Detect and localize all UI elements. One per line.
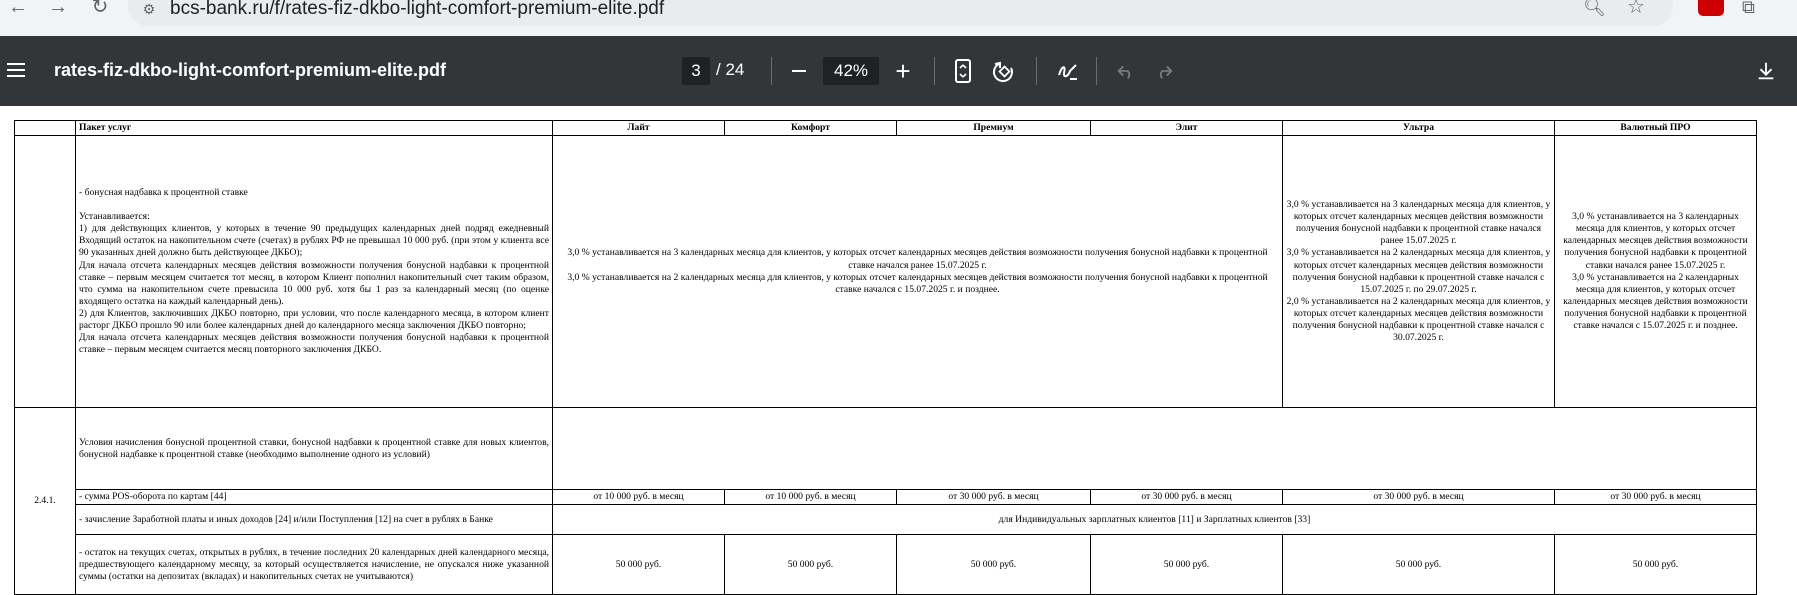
bonus-description-cell: - бонусная надбавка к процентной ставке … [75, 135, 553, 409]
balance-value-cell: 50 000 руб. [1554, 534, 1757, 595]
header-cell: Ультра [1282, 119, 1555, 137]
table-row: 2.4.1. Условия начисления бонусной проце… [14, 407, 1757, 595]
forward-arrow-icon[interactable]: → [44, 0, 72, 18]
document-title: rates-fiz-dkbo-light-comfort-premium-eli… [54, 60, 446, 80]
toolbar-divider [771, 57, 772, 85]
page-total: / 24 [716, 60, 745, 79]
header-cell: Премиум [896, 119, 1091, 137]
table-header-row: Пакет услуг Лайт Комфорт Премиум Элит Ул… [14, 119, 1757, 137]
header-cell: Пакет услуг [75, 119, 553, 137]
download-icon[interactable] [1752, 57, 1780, 85]
menu-icon[interactable] [4, 58, 28, 82]
balance-value-cell: 50 000 руб. [896, 534, 1091, 595]
header-cell: Валютный ПРО [1554, 119, 1757, 137]
balance-value-cell: 50 000 руб. [1282, 534, 1555, 595]
address-bar[interactable]: ⚙ bcs-bank.ru/f/rates-fiz-dkbo-light-com… [128, 0, 1673, 26]
row-number-cell [14, 135, 76, 409]
pos-value-cell: от 30 000 руб. в месяц [1090, 489, 1283, 506]
undo-icon[interactable] [1112, 57, 1140, 85]
page-number-input[interactable]: 3 [682, 57, 710, 85]
rotate-icon[interactable] [990, 57, 1018, 85]
balance-value-cell: 50 000 руб. [724, 534, 897, 595]
pdf-page: Пакет услуг Лайт Комфорт Премиум Элит Ул… [0, 106, 1797, 595]
table-row: - остаток на текущих счетах, открытых в … [15, 534, 1757, 595]
table-row: - бонусная надбавка к процентной ставке … [14, 135, 1757, 409]
salary-value-cell: для Индивидуальных зарплатных клиентов [… [552, 504, 1757, 536]
section-number-cell: 2.4.1. [14, 407, 76, 595]
empty-cell [552, 407, 1757, 491]
back-arrow-icon[interactable]: ← [4, 0, 32, 18]
extensions-puzzle-icon[interactable]: ⧉ [1742, 0, 1768, 16]
pos-value-cell: от 30 000 руб. в месяц [1554, 489, 1757, 506]
header-cell: Комфорт [724, 119, 897, 137]
reload-icon[interactable]: ↻ [86, 0, 114, 18]
url-text[interactable]: bcs-bank.ru/f/rates-fiz-dkbo-light-comfo… [170, 0, 664, 18]
toolbar-divider [934, 57, 935, 85]
bonus-ultra-cell: 3,0 % устанавливается на 3 календарных м… [1282, 135, 1555, 409]
browser-bar: ← → ↻ ⚙ bcs-bank.ru/f/rates-fiz-dkbo-lig… [0, 0, 1797, 36]
zoom-in-button[interactable]: + [890, 58, 916, 84]
header-cell [14, 119, 76, 137]
balance-label-cell: - остаток на текущих счетах, открытых в … [75, 534, 553, 595]
pos-value-cell: от 10 000 руб. в месяц [552, 489, 725, 506]
rates-table: Пакет услуг Лайт Комфорт Премиум Элит Ул… [14, 119, 1757, 595]
pos-value-cell: от 30 000 руб. в месяц [1282, 489, 1555, 506]
toolbar-divider [1036, 57, 1037, 85]
balance-value-cell: 50 000 руб. [1090, 534, 1283, 595]
zoom-level-input[interactable]: 42% [823, 57, 879, 85]
zoom-out-button[interactable] [786, 58, 812, 84]
pos-value-cell: от 10 000 руб. в месяц [724, 489, 897, 506]
zoom-magnifier-icon[interactable]: 🔍︎ [1583, 0, 1606, 20]
bonus-currency-pro-cell: 3,0 % устанавливается на 3 календарных м… [1554, 135, 1757, 409]
salary-label-cell: - зачисление Заработной платы и иных дох… [75, 504, 553, 536]
annotate-pen-icon[interactable] [1054, 57, 1082, 85]
pos-value-cell: от 30 000 руб. в месяц [896, 489, 1091, 506]
conditions-title-cell: Условия начисления бонусной процентной с… [75, 407, 553, 491]
bookmark-star-icon[interactable]: ☆ [1627, 0, 1649, 20]
redo-icon[interactable] [1150, 57, 1178, 85]
pdf-toolbar: rates-fiz-dkbo-light-comfort-premium-eli… [0, 36, 1797, 106]
site-info-icon[interactable]: ⚙ [140, 0, 158, 18]
pos-label-cell: - сумма POS-оборота по картам [44] [75, 489, 553, 506]
header-cell: Элит [1090, 119, 1283, 137]
header-cell: Лайт [552, 119, 725, 137]
fit-to-page-icon[interactable] [952, 57, 974, 85]
bonus-packages-cell: 3,0 % устанавливается на 3 календарных м… [552, 135, 1283, 409]
table-row: - сумма POS-оборота по картам [44] от 10… [15, 489, 1757, 506]
balance-value-cell: 50 000 руб. [552, 534, 725, 595]
youtube-extension-icon[interactable] [1698, 0, 1724, 16]
table-row: - зачисление Заработной платы и иных дох… [15, 504, 1757, 536]
toolbar-divider [1096, 57, 1097, 85]
